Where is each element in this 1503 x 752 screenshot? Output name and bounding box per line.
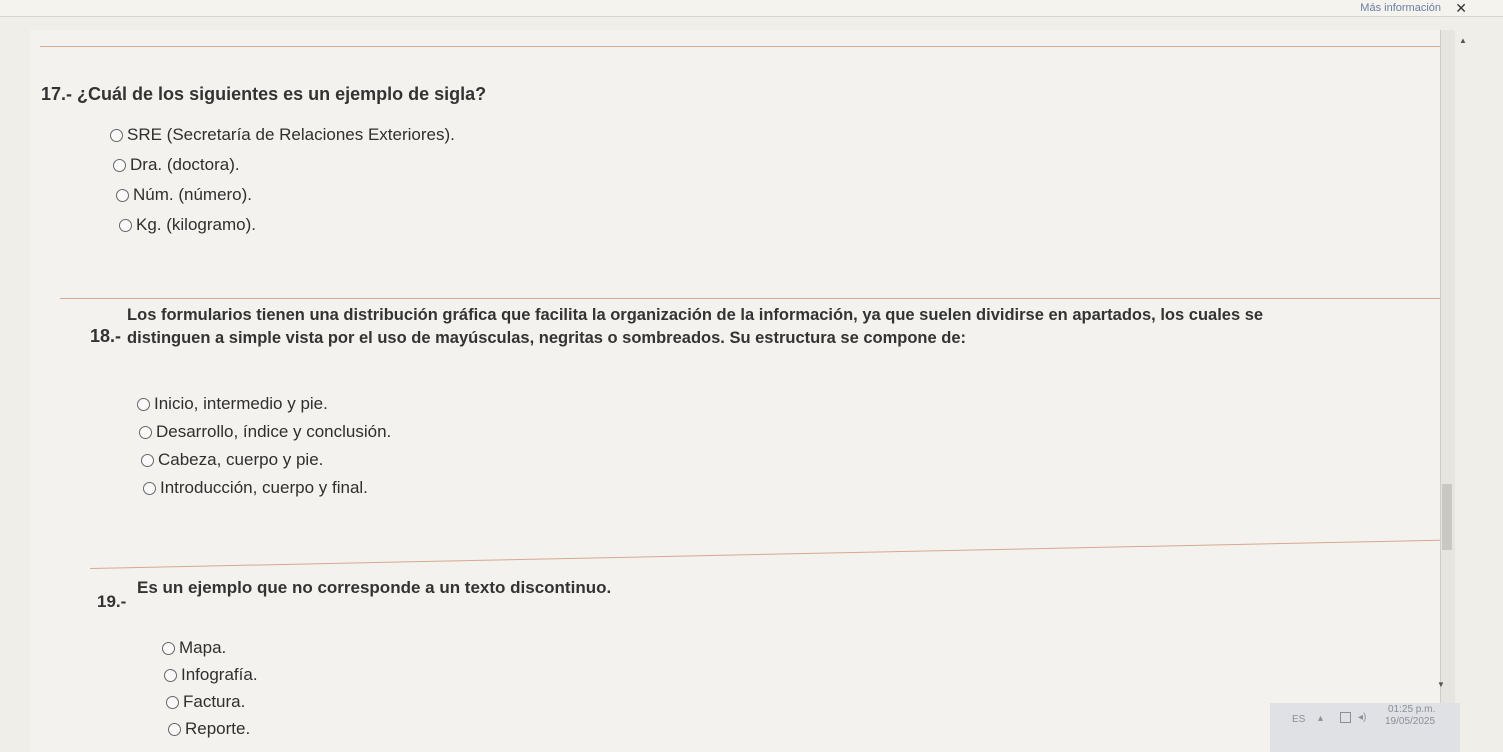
speaker-icon[interactable]: ◂) <box>1358 712 1366 723</box>
radio-button[interactable] <box>113 158 126 172</box>
screen: Más información ✕ 17.- ¿Cuál de los sigu… <box>0 0 1503 752</box>
q19-option-2[interactable]: Infografía. <box>164 665 258 685</box>
q18-option-1[interactable]: Inicio, intermedio y pie. <box>137 394 328 414</box>
chevron-up-icon[interactable]: ▴ <box>1318 713 1323 724</box>
section-divider <box>60 298 1450 299</box>
radio-button[interactable] <box>164 668 177 682</box>
option-label: Kg. (kilogramo). <box>136 215 256 234</box>
language-indicator[interactable]: ES <box>1292 714 1305 725</box>
scrollbar-thumb[interactable] <box>1442 484 1452 550</box>
question-18: 18.- Los formularios tienen una distribu… <box>90 306 1450 348</box>
scroll-down-icon[interactable]: ▼ <box>1437 680 1445 689</box>
more-info-link[interactable]: Más información <box>1360 2 1441 14</box>
scroll-up-icon[interactable]: ▲ <box>1459 36 1467 45</box>
taskbar: ES ▴ ◂) 01:25 p.m. 19/05/2025 <box>1270 703 1460 752</box>
q17-option-3[interactable]: Núm. (número). <box>116 185 252 205</box>
radio-button[interactable] <box>110 128 123 142</box>
option-label: Reporte. <box>185 719 251 738</box>
q17-option-2[interactable]: Dra. (doctora). <box>113 155 240 175</box>
option-label: Infografía. <box>181 665 258 684</box>
question-17: 17.- ¿Cuál de los siguientes es un ejemp… <box>41 84 486 105</box>
option-label: Cabeza, cuerpo y pie. <box>158 450 324 469</box>
option-label: Mapa. <box>179 638 227 657</box>
option-label: Núm. (número). <box>133 185 253 204</box>
question-text: Es un ejemplo que no corresponde a un te… <box>137 578 612 597</box>
info-bar: Más información ✕ <box>0 0 1503 17</box>
q19-option-4[interactable]: Reporte. <box>168 719 250 739</box>
radio-button[interactable] <box>141 453 154 467</box>
question-text: ¿Cuál de los siguientes es un ejemplo de… <box>77 84 487 104</box>
radio-button[interactable] <box>119 218 132 232</box>
option-label: Desarrollo, índice y conclusión. <box>156 422 392 441</box>
close-icon[interactable]: ✕ <box>1455 0 1467 17</box>
q17-option-4[interactable]: Kg. (kilogramo). <box>119 215 256 235</box>
question-text-line2: distinguen a simple vista por el uso de … <box>127 329 967 347</box>
radio-button[interactable] <box>116 188 129 202</box>
question-number: 18.- <box>90 326 122 346</box>
question-number: 19.- <box>97 592 127 611</box>
radio-button[interactable] <box>162 641 175 655</box>
vertical-scrollbar[interactable] <box>1440 30 1455 752</box>
radio-button[interactable] <box>139 425 152 439</box>
clock-time[interactable]: 01:25 p.m. <box>1388 704 1435 715</box>
section-divider-top <box>40 46 1450 47</box>
radio-button[interactable] <box>168 722 181 736</box>
option-label: Factura. <box>183 692 246 711</box>
q18-option-3[interactable]: Cabeza, cuerpo y pie. <box>141 450 323 470</box>
option-label: SRE (Secretaría de Relaciones Exteriores… <box>127 125 455 144</box>
q17-option-1[interactable]: SRE (Secretaría de Relaciones Exteriores… <box>110 125 455 145</box>
radio-button[interactable] <box>143 481 156 495</box>
option-label: Dra. (doctora). <box>130 155 240 174</box>
option-label: Inicio, intermedio y pie. <box>154 394 328 413</box>
q18-option-2[interactable]: Desarrollo, índice y conclusión. <box>139 422 391 442</box>
network-icon[interactable] <box>1340 712 1351 723</box>
clock-date[interactable]: 19/05/2025 <box>1385 716 1435 727</box>
q19-option-1[interactable]: Mapa. <box>162 638 226 658</box>
radio-button[interactable] <box>166 695 179 709</box>
q19-option-3[interactable]: Factura. <box>166 692 245 712</box>
question-number: 17.- <box>41 84 73 104</box>
question-text-line1: Los formularios tienen una distribución … <box>127 306 1264 324</box>
radio-button[interactable] <box>137 397 150 411</box>
q18-option-4[interactable]: Introducción, cuerpo y final. <box>143 478 368 498</box>
option-label: Introducción, cuerpo y final. <box>160 478 368 497</box>
question-19: 19.- Es un ejemplo que no corresponde a … <box>97 578 612 611</box>
